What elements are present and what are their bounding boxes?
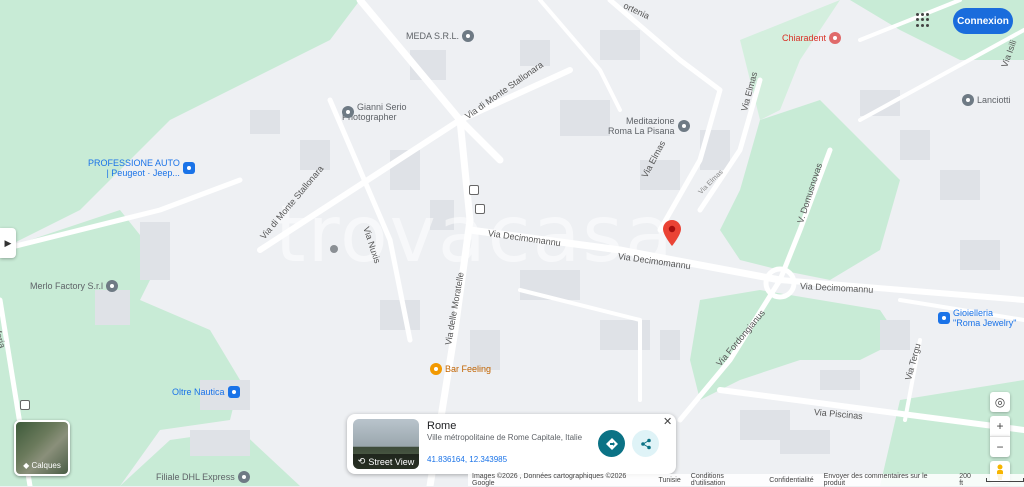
expand-panel-button[interactable]: ▶	[0, 228, 16, 258]
footer-terms-link[interactable]: Conditions d'utilisation	[691, 473, 760, 487]
street-view-label: Street View	[368, 456, 415, 467]
bus-stop-icon[interactable]	[475, 204, 485, 214]
poi-oltre-nautica[interactable]: Oltre Nautica	[172, 386, 240, 398]
restaurant-icon	[430, 363, 442, 375]
place-coordinates[interactable]: 41.836164, 12.343985	[427, 455, 507, 464]
poi-meditazione[interactable]: Meditazione Roma La Pisana	[608, 116, 690, 136]
footer-attribution: Images ©2026 , Données cartographiques ©…	[472, 473, 627, 487]
zoom-in-button[interactable]: +	[990, 416, 1010, 436]
layers-label: Calques	[31, 461, 61, 470]
business-icon	[962, 94, 974, 106]
footer-privacy-link[interactable]: Confidentialité	[769, 477, 813, 484]
bus-stop-icon[interactable]	[20, 400, 30, 410]
layers-icon: ◆	[23, 461, 30, 470]
business-icon	[677, 120, 690, 132]
poi-label: Roma La Pisana	[608, 126, 675, 136]
share-button[interactable]	[632, 430, 659, 457]
my-location-button[interactable]: ◎	[990, 392, 1010, 412]
poi-lanciotti[interactable]: Lanciotti	[962, 94, 1011, 106]
share-icon	[640, 438, 651, 449]
poi-label: MEDA S.R.L.	[406, 31, 460, 41]
poi-dhl[interactable]: Filiale DHL Express	[156, 471, 250, 483]
shopping-icon	[182, 162, 195, 174]
poi-gioielleria[interactable]: Gioielleria "Roma Jewelry"	[938, 308, 1016, 328]
my-location-icon: ◎	[994, 395, 1006, 409]
street-view-icon: ⟲	[357, 456, 366, 466]
poi-merlo-factory[interactable]: Merlo Factory S.r.l	[30, 280, 119, 292]
poi-label: Lanciotti	[977, 95, 1011, 105]
pin-small-icon[interactable]	[330, 245, 338, 253]
close-icon[interactable]: ✕	[663, 415, 672, 428]
poi-chiaradent[interactable]: Chiaradent	[782, 32, 842, 44]
street-view-thumbnail[interactable]: ⟲ Street View	[353, 419, 419, 469]
map-controls: ◎ + −	[990, 392, 1010, 483]
poi-label: Gioielleria	[953, 308, 994, 318]
apps-grid-icon[interactable]	[916, 13, 930, 27]
poi-bar-feeling[interactable]: Bar Feeling	[430, 363, 491, 375]
connexion-button[interactable]: Connexion	[953, 8, 1013, 34]
map-footer: Images ©2026 , Données cartographiques ©…	[468, 473, 1024, 487]
poi-label: Oltre Nautica	[172, 387, 225, 397]
poi-label: Bar Feeling	[445, 364, 492, 374]
shopping-icon	[938, 312, 950, 324]
poi-professione-auto[interactable]: PROFESSIONE AUTO | Peugeot · Jeep...	[88, 158, 195, 178]
poi-label: | Peugeot · Jeep...	[106, 168, 180, 178]
place-info-card: ⟲ Street View Rome Ville métropolitaine d…	[347, 414, 676, 474]
poi-gianni-serio[interactable]: Gianni Serio Photographer	[342, 102, 407, 122]
poi-label: Merlo Factory S.r.l	[30, 281, 104, 291]
business-icon	[342, 106, 354, 118]
poi-label: "Roma Jewelry"	[953, 318, 1017, 328]
directions-button[interactable]	[598, 430, 625, 457]
footer-country[interactable]: Tunisie	[658, 477, 680, 484]
poi-meda[interactable]: MEDA S.R.L.	[406, 30, 475, 42]
poi-label: Filiale DHL Express	[156, 472, 235, 482]
footer-feedback-link[interactable]: Envoyer des commentaires sur le produit	[824, 473, 950, 487]
poi-label: Meditazione	[626, 116, 675, 126]
chevron-right-icon: ▶	[4, 237, 12, 248]
place-title: Rome	[427, 420, 457, 432]
poi-label: Gianni Serio	[357, 102, 407, 112]
layers-button[interactable]: ◆ Calques	[14, 420, 70, 476]
business-icon	[106, 280, 119, 292]
scale-label[interactable]: 200 ft	[959, 473, 976, 487]
business-icon	[237, 471, 250, 483]
location-pin-icon[interactable]	[663, 220, 681, 246]
place-subtitle: Ville métropolitaine de Rome Capitale, I…	[427, 433, 583, 442]
bus-stop-icon[interactable]	[469, 185, 479, 195]
poi-label: Chiaradent	[782, 33, 827, 43]
shopping-icon	[227, 386, 240, 398]
business-icon	[462, 30, 475, 42]
medical-icon	[829, 32, 842, 44]
directions-icon	[605, 437, 618, 450]
poi-label: PROFESSIONE AUTO	[88, 158, 180, 168]
scale-bar	[986, 478, 1024, 482]
zoom-out-button[interactable]: −	[990, 436, 1010, 457]
